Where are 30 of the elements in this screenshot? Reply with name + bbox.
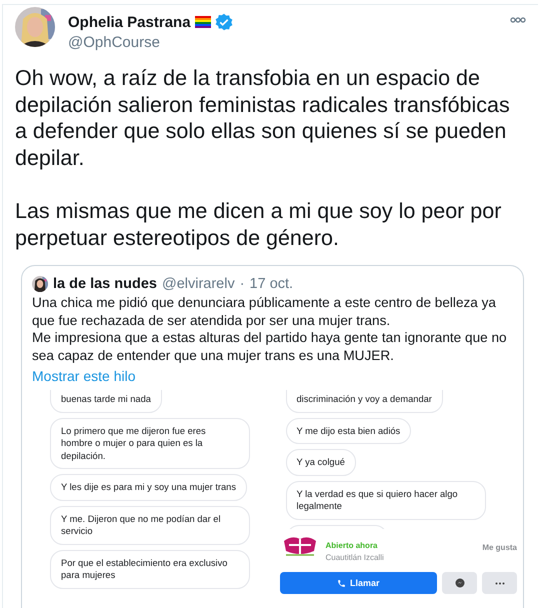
author-name[interactable]: Ophelia Pastrana [68, 14, 191, 30]
chat-bubble: Lo primero que me dijeron fue eres hombre o mujer o para quien es la depilación. [50, 418, 250, 469]
like-count-label: Me gusta [482, 542, 517, 552]
location: Cuautitlán Izcalli [326, 553, 385, 562]
quoted-tweet-card[interactable] [21, 265, 524, 608]
quoted-tweet-text: Una chica me pidió que denunciara públicamente a este centro de belleza ya que fue rechazada de ser atendida por ser una mujer trans. [32, 294, 497, 329]
more-icon [494, 582, 504, 584]
quoted-author-name: la de las nudes [53, 276, 157, 292]
more-options-icon[interactable] [510, 17, 526, 23]
messenger-icon [454, 578, 464, 588]
chat-bubble: Y la verdad es que si quiero hacer algo legalmente [286, 480, 486, 520]
author-handle[interactable]: @OphCourse [68, 34, 497, 51]
tweet-text: Las mismas que me dicen a mi que soy lo peor por perpetuar estereotipos de género. [15, 198, 502, 251]
open-status: Abierto ahora [326, 541, 379, 550]
tweet-text: Oh wow, a raíz de la transfobia en un espacio de depilación salieron feministas radicales transfóbicas a defender que solo ellas son quienes sí se pueden depilar. [15, 65, 511, 171]
quoted-author-handle: @elvirarelv [162, 276, 235, 292]
show-thread-link[interactable]: Mostrar este hilo [22, 364, 523, 390]
chat-bubble: discriminación y voy a demandar [286, 390, 443, 412]
chat-bubble: Y me. Dijeron que no me podían dar el servicio [50, 506, 250, 544]
chat-bubble: buenas tarde mi nada [50, 390, 162, 412]
quoted-tweet-text: Me impresiona que a estas alturas del partido haya gente tan ignorante que no sea capaz de entender que una mujer trans es una MUJER. [32, 329, 508, 364]
chat-bubble: Por que el establecimiento era exclusivo para mujeres [50, 550, 250, 588]
chat-bubble: Y les dije es para mi y soy una mujer trans [50, 474, 247, 500]
separator: · [240, 276, 245, 292]
messenger-button[interactable] [442, 572, 477, 594]
chat-bubble: Y me dijo esta bien adiós [286, 418, 412, 444]
phone-icon [336, 578, 346, 588]
call-button[interactable]: Llamar [280, 572, 437, 594]
chat-bubble: Y ya colgué [286, 449, 356, 476]
tweet-date: 17 oct. [250, 276, 294, 292]
